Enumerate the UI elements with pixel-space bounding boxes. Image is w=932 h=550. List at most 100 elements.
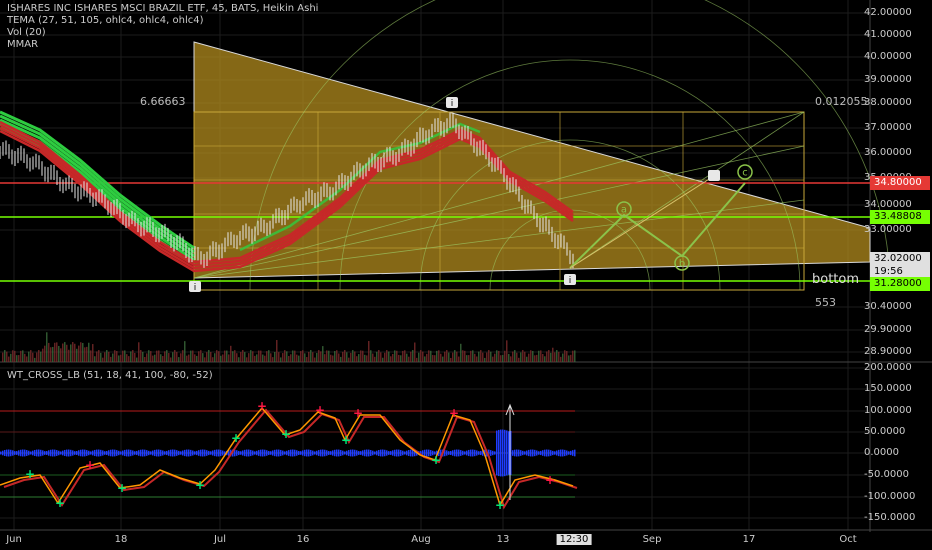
volume-bar [430,350,432,362]
chart-canvas[interactable]: abciii+++ ++++++++++++ [0,0,932,550]
volume-bar [574,350,576,362]
osc-histogram-bar [262,449,264,457]
osc-histogram-bar [26,450,28,456]
green-upper-price-tag: 33.48808 [870,210,930,224]
volume-bar [66,344,68,362]
osc-histogram-bar [400,450,402,456]
volume-bar [310,350,312,362]
osc-histogram-bar [408,449,410,457]
volume-bar [260,350,262,362]
volume-bar [194,354,196,362]
volume-bar [180,353,182,362]
oscillator-axis-label: 200.0000 [864,362,912,373]
volume-bar [446,350,448,362]
volume-bar [152,355,154,362]
osc-histogram-bar [384,449,386,457]
volume-bar [488,350,490,362]
volume-bar [238,357,240,362]
volume-bar [94,356,96,362]
marker-box [708,170,720,181]
volume-bar [264,355,266,362]
volume-bar [98,350,100,362]
volume-bar [186,355,188,362]
volume-bar [166,350,168,362]
volume-bar [540,350,542,362]
volume-bar [524,351,526,362]
osc-histogram-bar [244,449,246,457]
oscillator-axis-label: 150.0000 [864,383,912,394]
volume-bar [110,356,112,362]
volume-bar [108,351,110,362]
osc-histogram-bar [336,449,338,457]
volume-bar [450,357,452,362]
volume-bar [380,352,382,362]
volume-bar [470,350,472,362]
volume-bar [512,351,514,362]
osc-histogram-bar [498,429,500,477]
volume-bar [4,350,6,362]
volume-bar [434,355,436,362]
volume-bar [554,352,556,362]
oscillator-legend[interactable]: WT_CROSS_LB (51, 18, 41, 100, -80, -52) [7,370,213,382]
time-axis-label: 17 [742,534,756,545]
volume-bar [258,350,260,362]
volume-bar [366,355,368,362]
volume-bar [398,354,400,362]
volume-bar [198,351,200,362]
volume-bar [386,350,388,362]
volume-bar [508,353,510,362]
wave-c-marker-label: c [742,168,748,179]
osc-histogram-bar [284,451,286,455]
osc-histogram-bar [34,449,36,457]
volume-bar [432,355,434,362]
osc-histogram-bar [66,449,68,457]
osc-histogram-bar [352,449,354,457]
volume-bar [120,354,122,362]
volume-bar [244,352,246,362]
osc-histogram-bar [454,449,456,457]
volume-bar [520,352,522,362]
volume-bar [336,350,338,362]
volume-bar [72,342,74,362]
volume-bar [232,351,234,362]
volume-bar [146,353,148,362]
osc-histogram-bar [382,449,384,457]
volume-bar [208,350,210,362]
osc-histogram-bar [110,449,112,457]
vol-legend[interactable]: Vol (20) [7,27,318,39]
osc-histogram-bar [90,451,92,455]
chart-window[interactable]: a b c i i i + + + + + + + + + + + + + + + ISHARES INC ISHARE… [0,0,932,550]
osc-histogram-bar [310,449,312,457]
volume-bar [406,353,408,362]
price-axis-label: 36.00000 [864,147,912,158]
tema-legend[interactable]: TEMA (27, 51, 105, ohlc4, ohlc4, ohlc4) [7,15,318,27]
volume-bar [174,350,176,362]
volume-bar [458,356,460,362]
volume-bar [268,350,270,362]
symbol-title[interactable]: ISHARES INC ISHARES MSCI BRAZIL ETF, 45,… [7,3,318,15]
volume-bar [254,355,256,362]
volume-bar [320,351,322,362]
osc-histogram-bar [58,450,60,456]
volume-bar [12,350,14,362]
volume-bar [92,344,94,362]
volume-bar [548,350,550,362]
osc-histogram-bar [470,449,472,457]
volume-bar [286,351,288,362]
volume-bar [96,351,98,362]
osc-histogram-bar [392,450,394,456]
osc-histogram-bar [68,449,70,457]
volume-bar [188,354,190,362]
volume-bar [196,355,198,362]
osc-histogram-bar [4,450,6,456]
current-time-tag: 12:30 [556,534,592,545]
volume-bar [486,352,488,362]
osc-histogram-bar [280,449,282,457]
main-legend: ISHARES INC ISHARES MSCI BRAZIL ETF, 45,… [7,3,318,51]
mmar-legend[interactable]: MMAR [7,39,318,51]
osc-histogram-bar [30,451,32,455]
volume-bar [162,356,164,362]
osc-histogram-bar [52,449,54,457]
volume-bar [240,352,242,362]
cross-signal-marker: + [341,433,351,447]
